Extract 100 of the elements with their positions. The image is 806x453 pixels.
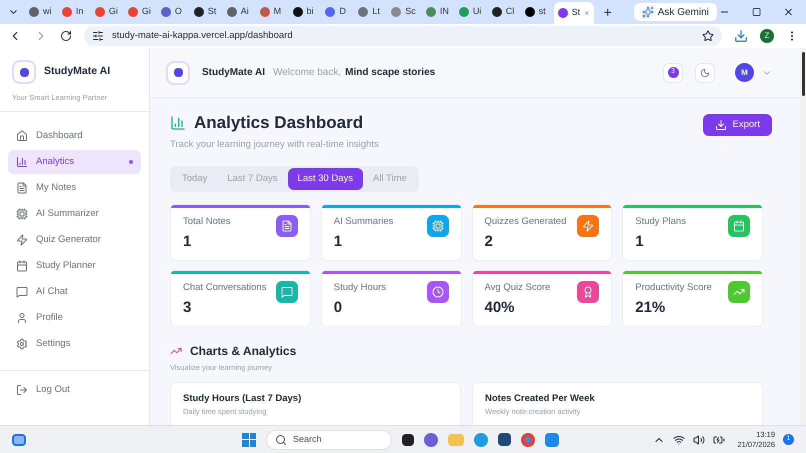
browser-tab[interactable]: St <box>190 3 221 21</box>
logout-item[interactable]: Log Out <box>16 383 133 398</box>
period-tab[interactable]: Last 30 Days <box>288 168 363 190</box>
tab-title: Gi <box>142 5 151 18</box>
stat-value: 40% <box>484 298 516 318</box>
site-info-icon <box>92 30 104 42</box>
stat-label: Avg Quiz Score <box>484 280 550 295</box>
stat-label: Study Plans <box>635 214 686 229</box>
tab-title: st <box>538 5 546 18</box>
nav-item[interactable]: AI Summarizer <box>8 202 141 226</box>
calendar-icon <box>16 260 28 272</box>
address-bar[interactable]: study-mate-ai-kappa.vercel.app/dashboard <box>84 26 722 46</box>
url-text: study-mate-ai-kappa.vercel.app/dashboard <box>112 28 293 43</box>
stat-label: AI Summaries <box>334 214 394 229</box>
browser-tab[interactable]: Gi <box>90 3 122 21</box>
nav-item[interactable]: Dashboard <box>8 124 141 148</box>
tab-title: IN <box>440 5 449 18</box>
tab-title: In <box>76 5 84 18</box>
document-icon <box>280 220 293 232</box>
close-window-icon[interactable] <box>783 6 794 18</box>
browser-tab[interactable]: Lt <box>354 3 386 21</box>
ribbon-icon <box>582 286 594 298</box>
stat-value: 1 <box>334 232 344 252</box>
speaker-icon[interactable] <box>693 434 706 446</box>
nav-item[interactable]: Study Planner <box>8 254 141 278</box>
chat-icon <box>16 286 28 298</box>
stat-value: 0 <box>334 298 344 318</box>
tab-title: Gi <box>108 5 118 18</box>
stat-label: Productivity Score <box>635 280 712 295</box>
tab-title: Sc <box>405 5 416 18</box>
nav-item[interactable]: Settings <box>8 332 141 356</box>
browser-tab[interactable]: In <box>58 3 89 21</box>
page-title: Analytics Dashboard <box>194 112 364 134</box>
stat-label: Study Hours <box>334 280 386 295</box>
browser-tab[interactable]: Sc <box>387 3 420 21</box>
brand-name: StudyMate AI <box>44 64 110 80</box>
page-subtitle: Track your learning journey with real-time insights <box>170 138 379 152</box>
browser-tab[interactable]: IN <box>422 3 453 21</box>
browser-tab[interactable]: D <box>321 3 352 21</box>
theme-toggle-button[interactable] <box>695 62 715 82</box>
restore-icon[interactable] <box>752 7 762 17</box>
browser-tab[interactable]: Cl <box>488 3 519 21</box>
taskbar-search-field[interactable]: Search <box>266 430 392 450</box>
browser-tab[interactable]: St <box>554 2 594 24</box>
bookmark-icon[interactable] <box>702 30 714 42</box>
lightning-icon <box>16 234 28 246</box>
browser-tab[interactable]: M <box>256 3 287 21</box>
download-icon[interactable] <box>734 29 748 43</box>
chat-icon <box>280 286 293 298</box>
nav-item[interactable]: Profile <box>8 306 141 330</box>
stat-label: Chat Conversations <box>183 280 266 295</box>
bar-chart-icon <box>16 156 28 168</box>
browser-tab[interactable]: bi <box>288 3 320 21</box>
search-icon <box>275 434 287 446</box>
tab-title: St <box>572 6 580 20</box>
stat-value: 1 <box>183 232 192 252</box>
chart-title: Notes Created Per Week <box>485 392 596 406</box>
wifi-icon[interactable] <box>673 434 686 446</box>
user-avatar[interactable]: M <box>735 63 754 82</box>
calendar-icon <box>733 220 745 232</box>
nav-item[interactable]: Analytics <box>8 150 141 174</box>
browser-tab[interactable]: st <box>520 3 552 21</box>
tab-title: wi <box>43 5 52 18</box>
clock-icon <box>432 286 444 298</box>
reload-icon[interactable] <box>60 30 72 42</box>
tab-title: Ai <box>240 5 249 18</box>
windows-start-icon[interactable] <box>242 432 256 446</box>
browser-tab[interactable]: Ui <box>454 3 486 21</box>
house-icon <box>16 130 28 142</box>
bar-chart-icon <box>170 114 186 131</box>
tab-title: D <box>339 5 346 18</box>
tab-title: St <box>208 5 216 18</box>
browser-tab[interactable]: Ai <box>222 3 254 21</box>
nav-item[interactable]: My Notes <box>8 176 141 200</box>
user-name: Mind scape stories <box>345 66 436 80</box>
logo-icon <box>166 60 190 84</box>
profile-avatar[interactable]: Z <box>760 29 774 43</box>
stat-label: Quizzes Generated <box>484 214 566 229</box>
new-tab-button[interactable]: + <box>596 2 620 22</box>
browser-tab[interactable]: O <box>156 3 188 21</box>
nav-item[interactable]: Quiz Generator <box>8 228 141 252</box>
tab-title: Cl <box>506 5 514 18</box>
tab-title: M <box>274 5 282 18</box>
brand-name: StudyMate AI <box>202 66 265 80</box>
person-icon <box>16 312 28 324</box>
stat-value: 2 <box>484 232 494 252</box>
ask-gemini-button[interactable]: Ask Gemini <box>634 3 717 21</box>
battery-icon[interactable] <box>713 434 726 446</box>
sparkle-icon <box>642 6 654 18</box>
chip-icon <box>16 208 28 220</box>
browser-tab[interactable]: Gi <box>124 3 155 21</box>
tab-title: O <box>174 5 182 18</box>
settings-icon <box>16 338 28 350</box>
nav-item[interactable]: AI Chat <box>8 280 141 304</box>
browser-tab[interactable]: wi <box>25 3 56 21</box>
logout-icon <box>16 384 28 396</box>
scrollbar[interactable] <box>800 48 806 425</box>
export-button[interactable]: Export <box>702 114 772 136</box>
stat-value: 21% <box>635 298 666 318</box>
lightning-icon <box>582 220 594 232</box>
